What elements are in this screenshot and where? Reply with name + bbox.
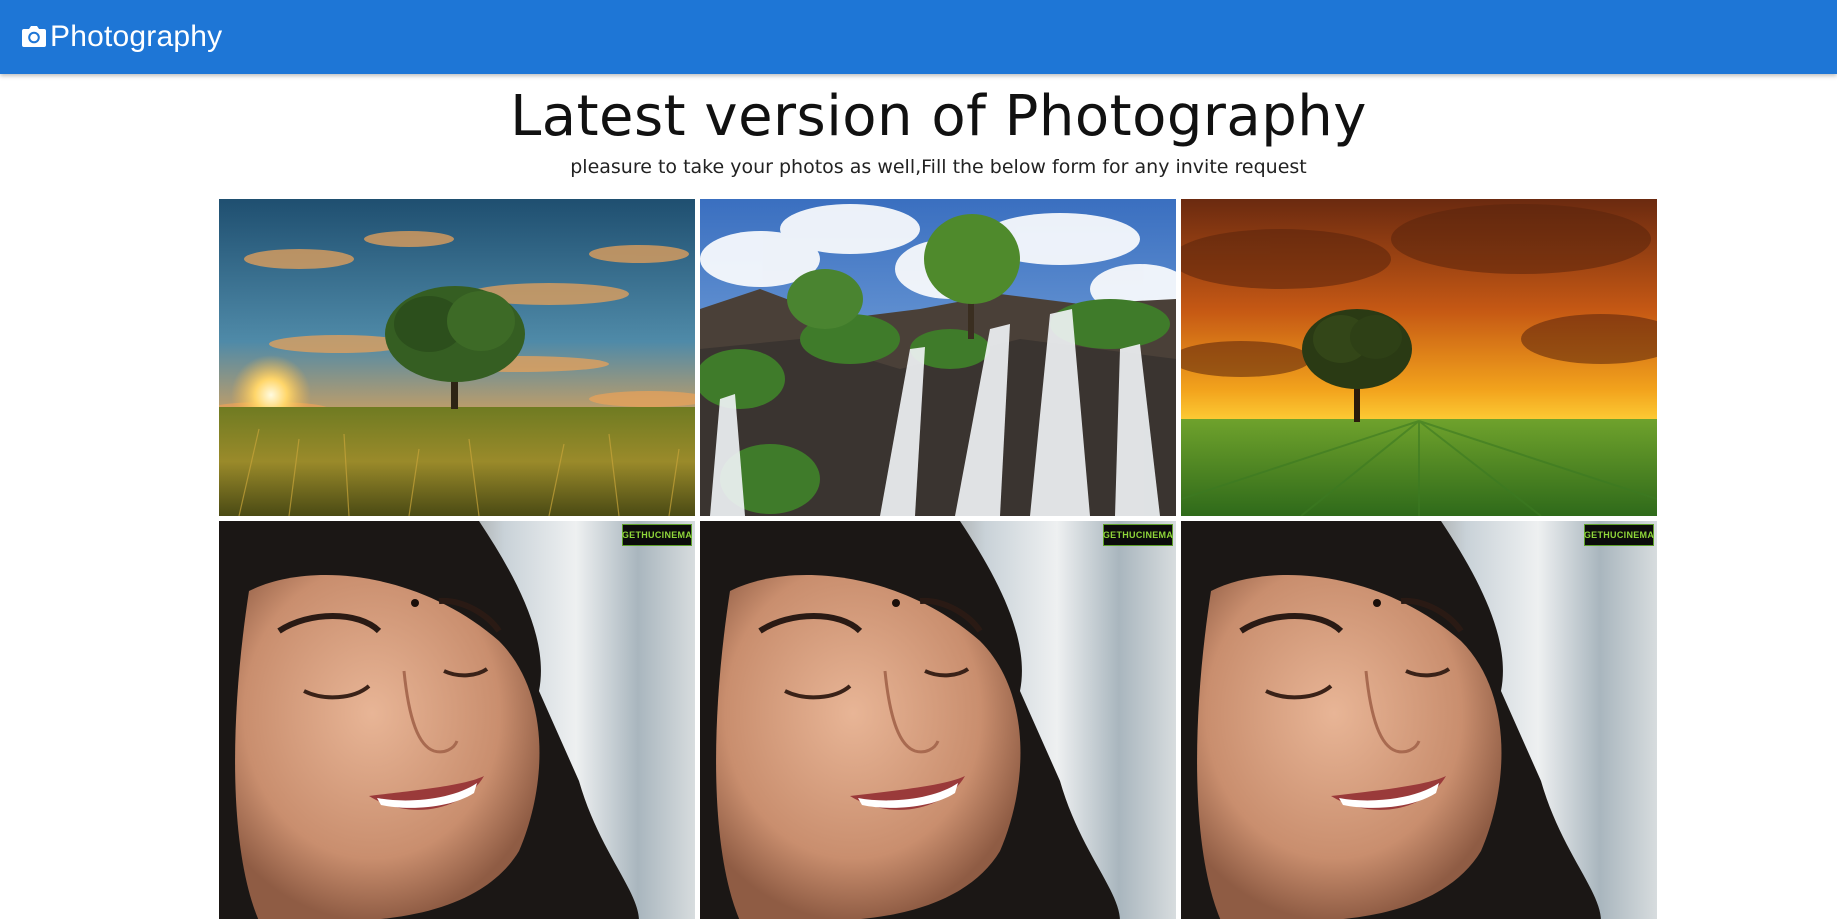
photo-portrait-3[interactable]: GETHUCINEMA — [1181, 521, 1657, 919]
photo-portrait-2[interactable]: GETHUCINEMA — [700, 521, 1176, 919]
page-title: Latest version of Photography — [510, 84, 1367, 149]
camera-icon — [21, 24, 47, 50]
watermark-logo: GETHUCINEMA — [622, 524, 692, 546]
photo-tree-orange-sky[interactable] — [1181, 199, 1657, 516]
photo-waterfall[interactable] — [700, 199, 1176, 516]
brand-label: Photography — [50, 20, 223, 53]
photo-portrait-1[interactable]: GETHUCINEMA — [219, 521, 695, 919]
photo-tree-sunset[interactable] — [219, 199, 695, 516]
brand-link[interactable]: Photography — [21, 20, 222, 54]
watermark-logo: GETHUCINEMA — [1103, 524, 1173, 546]
navbar: Photography — [0, 0, 1837, 74]
watermark-logo: GETHUCINEMA — [1584, 524, 1654, 546]
page-subtitle: pleasure to take your photos as well,Fil… — [570, 156, 1307, 178]
photo-gallery: GETHUCINEMA GETHUCINEMA GETHUCINEMA — [219, 199, 1657, 919]
